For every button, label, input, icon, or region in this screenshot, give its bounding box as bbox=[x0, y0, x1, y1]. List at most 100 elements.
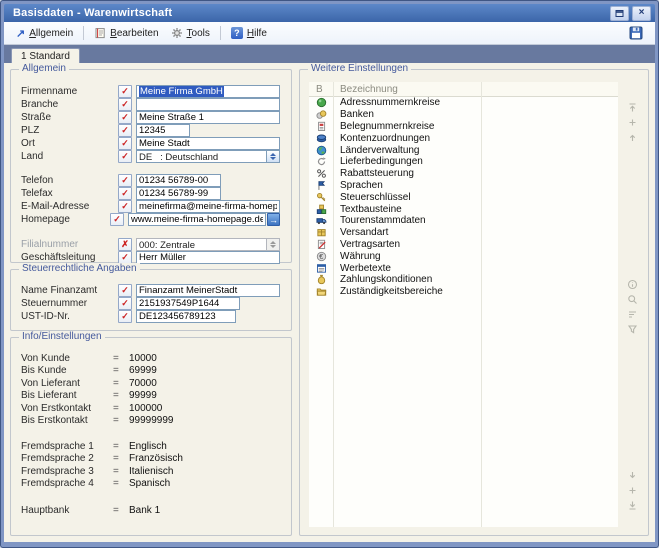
expand-icon[interactable] bbox=[627, 117, 638, 128]
close-button[interactable]: × bbox=[632, 6, 651, 21]
ort-field[interactable] bbox=[136, 137, 280, 150]
firmenname-field[interactable]: Meine Firma GmbH bbox=[136, 85, 280, 98]
laenderverwaltung-icon bbox=[309, 145, 333, 156]
arrow-ne-icon: ↗ bbox=[16, 27, 25, 40]
scroll-down-icon[interactable] bbox=[627, 470, 638, 481]
menu-allgemein[interactable]: ↗ Allgemein bbox=[10, 25, 79, 42]
plz-field[interactable] bbox=[136, 124, 190, 137]
list-item-sprachen[interactable]: Sprachen bbox=[309, 180, 618, 192]
zustaendigkeitsbereiche-icon bbox=[309, 286, 333, 297]
ustid-label: UST-ID-Nr. bbox=[21, 311, 118, 322]
land-value: DE : Deutschland bbox=[137, 151, 266, 162]
branche-label: Branche bbox=[21, 99, 118, 110]
check-icon[interactable]: ✓ bbox=[118, 111, 132, 124]
column-bezeichnung[interactable]: Bezeichnung bbox=[333, 84, 398, 95]
bis-lieferant-label: Bis Lieferant bbox=[21, 390, 113, 401]
list-item-banken[interactable]: Banken bbox=[309, 109, 618, 121]
fremdsprache2-label: Fremdsprache 2 bbox=[21, 453, 113, 464]
list-header[interactable]: B Bezeichnung bbox=[309, 82, 618, 97]
ort-label: Ort bbox=[21, 138, 118, 149]
check-icon[interactable]: ✓ bbox=[118, 297, 132, 310]
fremdsprache1-label: Fremdsprache 1 bbox=[21, 441, 113, 452]
list-item-textbausteine[interactable]: Textbausteine bbox=[309, 203, 618, 215]
check-icon[interactable]: ✓ bbox=[118, 137, 132, 150]
check-icon[interactable]: ✓ bbox=[118, 284, 132, 297]
check-icon[interactable]: ✓ bbox=[118, 150, 132, 163]
tab-standard[interactable]: 1 Standard bbox=[11, 48, 80, 63]
filter-icon[interactable] bbox=[627, 324, 638, 335]
sort-icon[interactable] bbox=[627, 309, 638, 320]
bis-erstkontakt-label: Bis Erstkontakt bbox=[21, 415, 113, 426]
group-steuer-title: Steuerrechtliche Angaben bbox=[19, 263, 140, 274]
filialnummer-select[interactable]: 000: Zentrale bbox=[136, 238, 280, 251]
ustid-field[interactable] bbox=[136, 310, 236, 323]
list-item-label: Währung bbox=[333, 251, 381, 262]
help-icon: ? bbox=[231, 27, 243, 39]
banken-icon bbox=[309, 109, 333, 120]
check-icon[interactable]: ✓ bbox=[118, 310, 132, 323]
settings-list[interactable]: B Bezeichnung Adressnummernkreise Banken… bbox=[309, 82, 618, 527]
email-field[interactable] bbox=[136, 200, 280, 213]
check-icon[interactable]: ✓ bbox=[110, 213, 124, 226]
bis-lieferant-value: 99999 bbox=[129, 390, 157, 401]
list-item-kontenzuordnungen[interactable]: Kontenzuordnungen bbox=[309, 132, 618, 144]
list-item-belegnummernkreise[interactable]: Belegnummernkreise bbox=[309, 121, 618, 133]
menu-tools[interactable]: Tools bbox=[165, 25, 216, 41]
menu-hilfe[interactable]: ? Hilfe bbox=[225, 25, 273, 41]
check-icon[interactable]: ✓ bbox=[118, 174, 132, 187]
check-icon[interactable]: ✓ bbox=[118, 124, 132, 137]
equals-icon: = bbox=[113, 478, 129, 489]
list-item-tourenstammdaten[interactable]: Tourenstammdaten bbox=[309, 215, 618, 227]
equals-icon: = bbox=[113, 353, 129, 364]
column-b[interactable]: B bbox=[309, 84, 333, 95]
check-icon[interactable]: ✓ bbox=[118, 187, 132, 200]
finanzamt-field[interactable] bbox=[136, 284, 280, 297]
equals-icon: = bbox=[113, 441, 129, 452]
save-icon bbox=[629, 26, 643, 40]
scroll-bottom-icon[interactable] bbox=[627, 500, 638, 511]
scroll-top-icon[interactable] bbox=[627, 102, 638, 113]
search-icon[interactable] bbox=[627, 294, 638, 305]
save-button[interactable] bbox=[623, 24, 649, 42]
open-homepage-button[interactable]: → bbox=[267, 213, 280, 226]
list-item-laenderverwaltung[interactable]: Länderverwaltung bbox=[309, 144, 618, 156]
menu-bearbeiten[interactable]: Bearbeiten bbox=[88, 25, 164, 41]
land-select[interactable]: DE : Deutschland bbox=[136, 150, 280, 163]
telefon-field[interactable] bbox=[136, 174, 221, 187]
list-item-waehrung[interactable]: € Währung bbox=[309, 250, 618, 262]
dropdown-spinner-icon[interactable] bbox=[266, 151, 279, 162]
list-item-steuerschluessel[interactable]: Steuerschlüssel bbox=[309, 191, 618, 203]
check-icon[interactable]: ✓ bbox=[118, 200, 132, 213]
geschaeftsleitung-field[interactable] bbox=[136, 251, 280, 264]
list-item-vertragsarten[interactable]: Vertragsarten bbox=[309, 239, 618, 251]
list-item-werbetexte[interactable]: Werbetexte bbox=[309, 262, 618, 274]
svg-text:€: € bbox=[319, 252, 323, 261]
adressnummernkreise-icon bbox=[309, 97, 333, 108]
von-erstkontakt-label: Von Erstkontakt bbox=[21, 403, 113, 414]
list-item-adressnummernkreise[interactable]: Adressnummernkreise bbox=[309, 97, 618, 109]
telefax-field[interactable] bbox=[136, 187, 221, 200]
list-item-zahlungskonditionen[interactable]: Zahlungskonditionen bbox=[309, 274, 618, 286]
titlebar[interactable]: Basisdaten - Warenwirtschaft × bbox=[4, 4, 655, 22]
list-item-rabattsteuerung[interactable]: Rabattsteuerung bbox=[309, 168, 618, 180]
scroll-up-icon[interactable] bbox=[627, 132, 638, 143]
check-icon[interactable]: ✓ bbox=[118, 85, 132, 98]
steuernummer-field[interactable] bbox=[136, 297, 240, 310]
branche-field[interactable] bbox=[136, 98, 280, 111]
equals-icon: = bbox=[113, 505, 129, 516]
collapse-icon[interactable] bbox=[627, 485, 638, 496]
strasse-field[interactable] bbox=[136, 111, 280, 124]
list-item-zustaendigkeitsbereiche[interactable]: Zuständigkeitsbereiche bbox=[309, 286, 618, 298]
cross-icon[interactable]: ✗ bbox=[118, 238, 132, 251]
telefax-label: Telefax bbox=[21, 188, 118, 199]
hauptbank-label: Hauptbank bbox=[21, 505, 113, 516]
list-item-label: Werbetexte bbox=[333, 263, 391, 274]
homepage-field[interactable] bbox=[128, 213, 266, 226]
list-item-versandart[interactable]: Versandart bbox=[309, 227, 618, 239]
group-steuer: Steuerrechtliche Angaben Name Finanzamt✓… bbox=[10, 269, 292, 331]
restore-button[interactable] bbox=[610, 6, 629, 21]
tab-strip: 1 Standard bbox=[4, 45, 655, 63]
layout-icon[interactable] bbox=[627, 279, 638, 290]
check-icon[interactable]: ✓ bbox=[118, 98, 132, 111]
list-item-lieferbedingungen[interactable]: Lieferbedingungen bbox=[309, 156, 618, 168]
